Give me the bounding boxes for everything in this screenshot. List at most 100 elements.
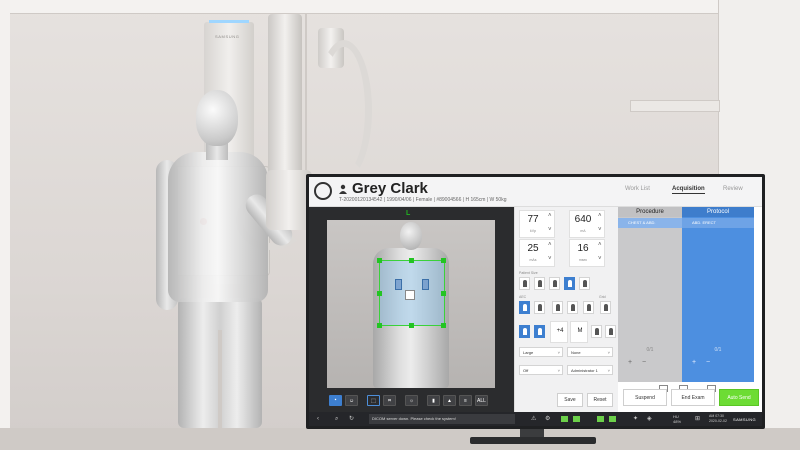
size-medium-option[interactable]	[564, 277, 575, 290]
chevron-down-icon[interactable]: ˅	[548, 227, 552, 233]
size-obj-option[interactable]	[519, 277, 530, 290]
chevron-down-icon[interactable]: ˅	[548, 256, 552, 262]
auto-send-button[interactable]: Auto Send	[719, 389, 759, 406]
back-icon[interactable]: ‹	[317, 415, 324, 423]
sid-value: M	[577, 328, 583, 334]
positioning-icon[interactable]: ▲	[443, 395, 456, 406]
chevron-up-icon[interactable]: ˄	[548, 213, 552, 219]
roi-center-handle[interactable]	[405, 290, 415, 300]
pin-icon[interactable]	[605, 325, 616, 338]
gear-icon[interactable]: ⚙	[545, 415, 552, 423]
roi-handle-left[interactable]	[377, 291, 382, 296]
aec-grid-option[interactable]	[567, 301, 578, 314]
search-icon[interactable]: ⌕	[335, 415, 342, 423]
camera-icon[interactable]: ▪	[329, 395, 342, 406]
chevron-down-icon[interactable]: ˅	[598, 256, 602, 262]
chevron-up-icon[interactable]: ˄	[598, 213, 602, 219]
aec-chamber-left[interactable]	[395, 279, 402, 290]
size-large-option[interactable]	[579, 277, 590, 290]
battery-icon	[561, 416, 568, 422]
face-icon[interactable]: ☺	[345, 395, 358, 406]
mannequin-head	[196, 90, 238, 146]
chevron-up-icon[interactable]: ˄	[548, 242, 552, 248]
ceiling-tube-column	[268, 14, 302, 184]
heat-unit-indicator: HU 48%	[673, 414, 681, 424]
save-button[interactable]: Save	[557, 393, 583, 407]
kvp-spinner[interactable]: 77 kVp ˄ ˅	[519, 210, 555, 238]
aec-field-option[interactable]	[519, 301, 530, 314]
grid-toggle[interactable]	[600, 301, 611, 314]
filter-option[interactable]	[591, 325, 602, 338]
aec-density-option[interactable]	[552, 301, 563, 314]
image-viewer-panel: L ▪ ☺ ⬚ ⌗ ☼ ▮ ▲ ≡ ALL	[309, 207, 514, 412]
protocol-pager: 0/1	[714, 347, 722, 353]
ma-unit: mA	[580, 229, 586, 233]
ms-spinner[interactable]: 16 msec ˄ ˅	[569, 239, 605, 267]
aec-chamber-option[interactable]	[534, 301, 545, 314]
clock: AM 07:30 2020-02-02	[709, 414, 727, 424]
remove-procedure-button[interactable]: −	[642, 359, 646, 366]
acquisition-screen: Grey Clark T-20200120134542 | 1990/04/06…	[309, 177, 762, 426]
grid-dropdown[interactable]: Off ˅	[519, 365, 563, 375]
end-exam-button[interactable]: End Exam	[671, 389, 715, 406]
tab-worklist[interactable]: Work List	[625, 186, 650, 192]
remove-protocol-button[interactable]: −	[706, 359, 710, 366]
warning-icon[interactable]: ⚠	[531, 415, 538, 423]
mas-spinner[interactable]: 25 mAs ˄ ˅	[519, 239, 555, 267]
ceiling-frame	[0, 0, 800, 14]
patient-dob: 1990/04/06	[386, 197, 412, 203]
suspend-button[interactable]: Suspend	[623, 389, 667, 406]
sid-spinner[interactable]: M	[570, 321, 588, 343]
brightness-icon[interactable]: ☼	[405, 395, 418, 406]
reset-button[interactable]: Reset	[587, 393, 613, 407]
tab-acquisition[interactable]: Acquisition	[672, 186, 705, 194]
patient-size-dropdown[interactable]: Large ˅	[519, 347, 563, 357]
all-button[interactable]: ALL	[475, 395, 488, 406]
procedure-header: Procedure	[618, 207, 682, 217]
wall-frame-left	[0, 0, 10, 450]
wall-handrail	[630, 100, 720, 112]
aec-chamber-right[interactable]	[422, 279, 429, 290]
aec-label: AEC	[519, 295, 527, 299]
roi-handle-top[interactable]	[409, 258, 414, 263]
refresh-icon[interactable]: ↻	[349, 415, 356, 423]
operator-dropdown[interactable]: Administrator 1 ˅	[567, 365, 613, 375]
roi-handle-top-right[interactable]	[441, 258, 446, 263]
roi-handle-right[interactable]	[441, 291, 446, 296]
camera-preview[interactable]	[327, 220, 495, 388]
aec-filter-option[interactable]	[583, 301, 594, 314]
filter-icon[interactable]: ≡	[459, 395, 472, 406]
mas-unit: mAs	[529, 258, 537, 262]
collimate-icon[interactable]: ⬚	[367, 395, 380, 406]
mannequin-torso	[168, 152, 268, 302]
size-infant-option[interactable]	[534, 277, 545, 290]
tab-review[interactable]: Review	[723, 186, 743, 192]
density-spinner[interactable]: +4	[550, 321, 568, 343]
size-small-option[interactable]	[549, 277, 560, 290]
battery-icon	[609, 416, 616, 422]
roi-handle-bottom-right[interactable]	[441, 323, 446, 328]
lr-marker[interactable]: L	[406, 210, 416, 218]
chevron-up-icon[interactable]: ˄	[598, 242, 602, 248]
procedure-list: Procedure CHEST & ABD. 0/1 + −	[618, 207, 682, 382]
home-icon[interactable]	[314, 182, 332, 200]
protocol-row[interactable]: ABD. ERECT	[682, 218, 754, 228]
status-message: DICOM server down. Please check the syst…	[372, 416, 456, 421]
ma-spinner[interactable]: 640 mA ˄ ˅	[569, 210, 605, 238]
crop-icon[interactable]: ⌗	[383, 395, 396, 406]
procedure-row[interactable]: CHEST & ABD.	[618, 218, 682, 228]
floor	[0, 428, 800, 450]
add-procedure-button[interactable]: +	[628, 359, 632, 366]
clock-date: 2020-02-02	[709, 419, 727, 423]
roi-handle-bottom-left[interactable]	[377, 323, 382, 328]
procedure-pager: 0/1	[646, 347, 654, 353]
add-protocol-button[interactable]: +	[692, 359, 696, 366]
chevron-down-icon[interactable]: ˅	[598, 227, 602, 233]
patient-icon[interactable]: ▮	[427, 395, 440, 406]
filter-dropdown[interactable]: None ˅	[567, 347, 613, 357]
protocol-header: Protocol	[682, 207, 754, 217]
roi-handle-top-left[interactable]	[377, 258, 382, 263]
chamber-left-option[interactable]	[519, 325, 530, 338]
roi-handle-bottom[interactable]	[409, 323, 414, 328]
chamber-right-option[interactable]	[534, 325, 545, 338]
